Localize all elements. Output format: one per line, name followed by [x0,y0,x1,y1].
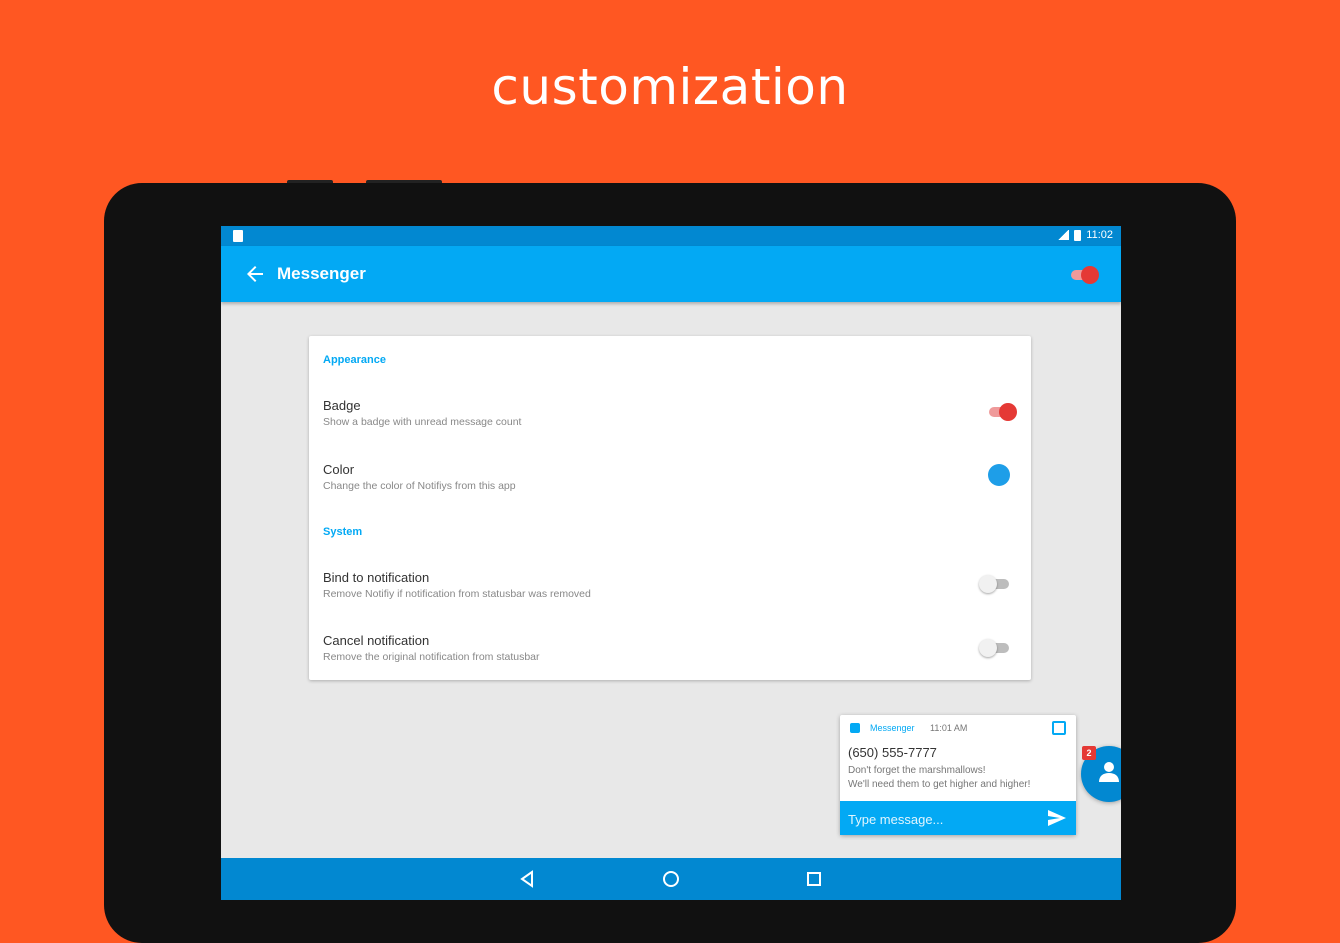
quick-reply-bar [840,801,1076,835]
setting-subtitle: Remove Notifiy if notification from stat… [323,588,591,600]
open-external-icon[interactable] [1052,721,1066,735]
nav-back-icon[interactable] [517,868,539,890]
notification-icon [233,230,243,242]
device-screen: 11:02 Messenger Appearance Badge Show a … [221,226,1121,900]
section-header-system: System [323,526,363,538]
navigation-bar [221,858,1121,900]
settings-card: Appearance Badge Show a badge with unrea… [309,336,1031,680]
setting-title: Color [323,462,355,477]
back-arrow-icon[interactable] [241,260,269,288]
notification-sender: (650) 555-7777 [848,745,937,760]
app-title: Messenger [277,264,366,283]
notification-time: 11:01 AM [930,723,968,733]
color-swatch[interactable] [988,464,1010,486]
notification-message-line: We'll need them to get higher and higher… [848,779,1031,790]
setting-title: Bind to notification [323,570,430,585]
cancel-notification-toggle[interactable] [979,638,1011,658]
setting-subtitle: Remove the original notification from st… [323,651,540,663]
toggle-thumb [999,403,1017,421]
notification-message-line: Don't forget the marshmallows! [848,765,986,776]
master-toggle[interactable] [1069,266,1099,284]
status-time: 11:02 [1086,229,1113,241]
toggle-thumb [979,639,997,657]
notification-app-name: Messenger [870,723,915,733]
person-icon [1099,760,1119,784]
section-header-appearance: Appearance [323,354,386,366]
toggle-thumb [979,575,997,593]
badge-toggle[interactable] [987,402,1019,422]
messenger-app-icon [850,723,860,733]
reply-message-input[interactable] [846,807,1040,831]
send-icon[interactable] [1046,807,1068,829]
nav-recents-icon[interactable] [803,868,825,890]
unread-count-badge: 2 [1082,746,1096,760]
setting-title: Badge [323,398,361,413]
notification-popup[interactable]: Messenger 11:01 AM (650) 555-7777 Don't … [840,715,1076,835]
setting-subtitle: Change the color of Notifiys from this a… [323,480,516,492]
nav-home-icon[interactable] [660,868,682,890]
toggle-thumb [1081,266,1099,284]
bind-notification-toggle[interactable] [979,574,1011,594]
app-bar: Messenger [221,246,1121,302]
battery-icon [1074,229,1082,241]
setting-subtitle: Show a badge with unread message count [323,416,522,428]
signal-icon [1057,230,1070,240]
headline: customization [491,58,849,116]
setting-title: Cancel notification [323,633,430,648]
status-bar: 11:02 [221,226,1121,246]
